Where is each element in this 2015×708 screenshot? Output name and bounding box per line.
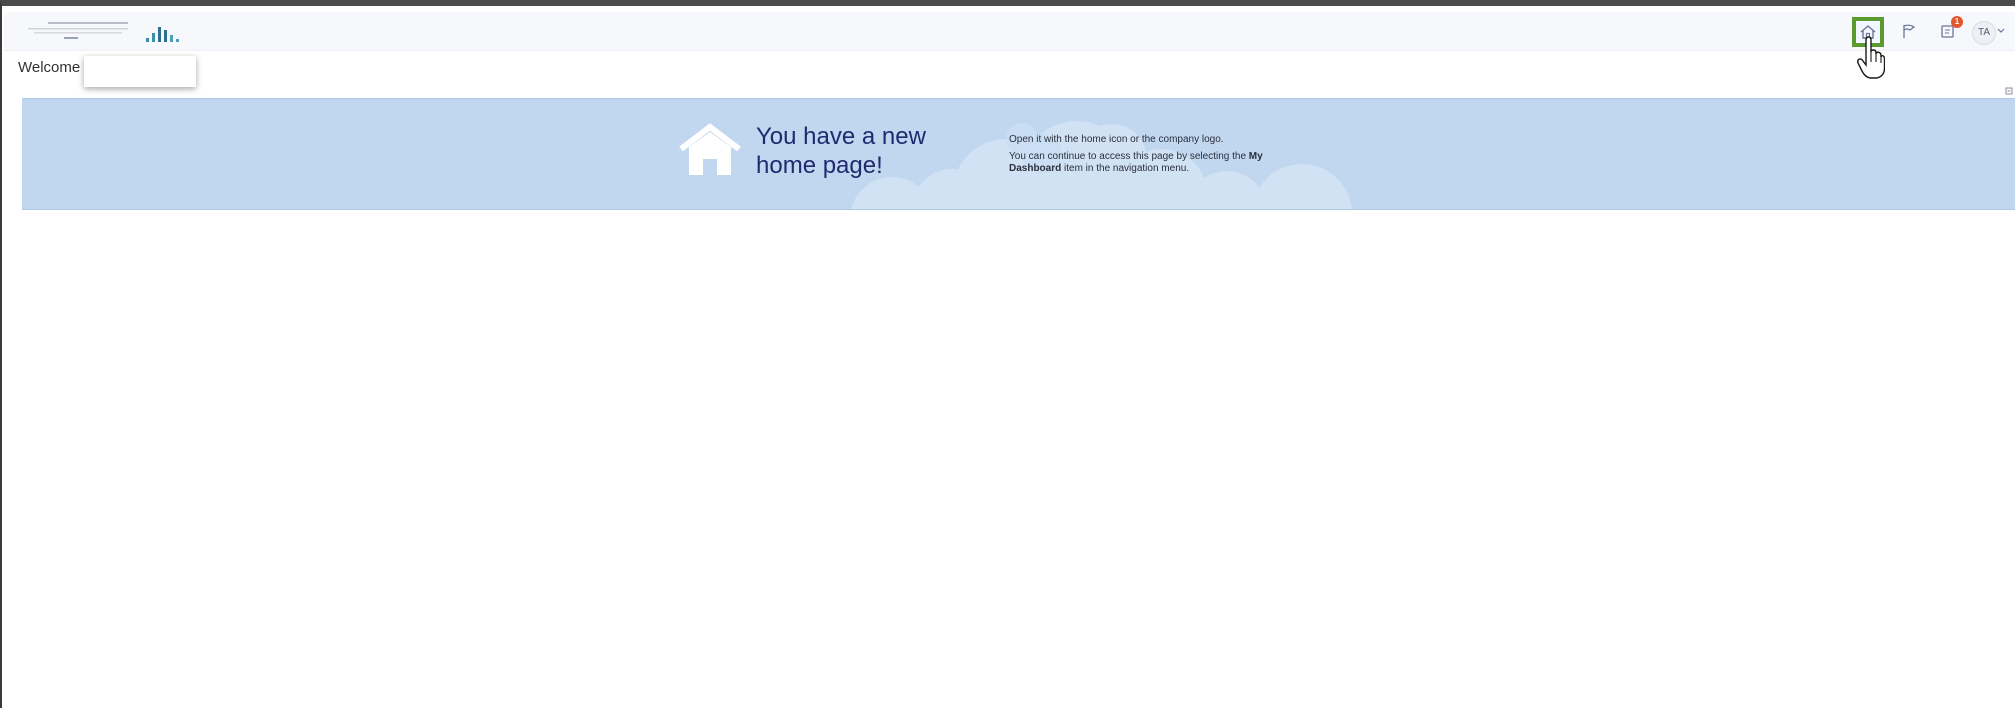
logo-bars-icon <box>146 27 179 42</box>
banner-title: You have a new home page! <box>756 122 966 180</box>
banner-line2-suffix: item in the navigation menu. <box>1064 163 1190 174</box>
chevron-down-icon[interactable] <box>1996 24 2006 38</box>
house-icon <box>679 123 741 175</box>
home-icon <box>1860 25 1876 39</box>
banner-line2: You can continue to access this page by … <box>1009 151 1339 175</box>
company-logo[interactable] <box>28 17 188 45</box>
banner-description: Open it with the home icon or the compan… <box>1009 134 1339 180</box>
header-actions: 1 TA <box>1818 12 2005 50</box>
welcome-label: Welcome <box>18 59 81 76</box>
notifications-badge: 1 <box>1951 16 1963 28</box>
banner-line2-bold2: Dashboard <box>1009 163 1062 174</box>
new-homepage-banner: You have a new home page! Open it with t… <box>22 98 2015 210</box>
notifications-button[interactable]: 1 <box>1935 16 1963 44</box>
logo-wordmark-graphic <box>28 22 128 39</box>
top-navigation-bar: 1 TA <box>4 12 2015 51</box>
banner-line2-prefix: You can continue to access this page by … <box>1009 151 1247 162</box>
banner-line2-bold1: My <box>1248 151 1263 162</box>
home-button[interactable] <box>1852 17 1884 47</box>
user-avatar[interactable]: TA <box>1972 21 1996 45</box>
banner-title-line2: home page! <box>756 152 883 179</box>
app-window: 1 TA Welcome You have a new home page! O… <box>0 0 2015 708</box>
user-name-popup <box>84 56 196 87</box>
collapse-icon[interactable] <box>2005 87 2013 95</box>
flag-icon <box>1903 24 1916 38</box>
banner-line1: Open it with the home icon or the compan… <box>1009 134 1224 145</box>
banner-title-line1: You have a new <box>756 123 926 150</box>
flag-button[interactable] <box>1896 18 1922 44</box>
